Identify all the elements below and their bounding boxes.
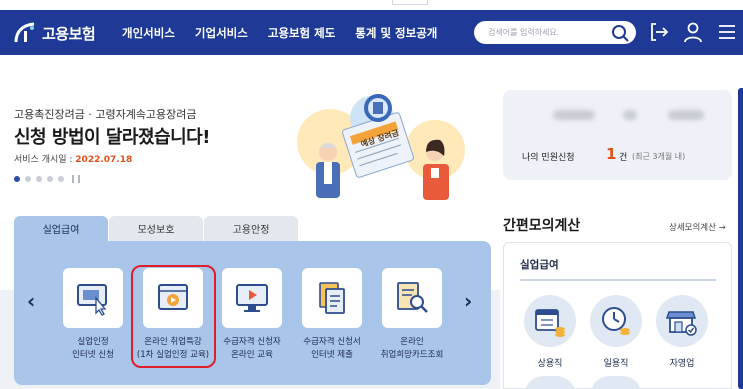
masked-name (553, 110, 595, 120)
calc-detail-link[interactable]: 상세모의계산 → (669, 221, 726, 233)
service-label-line2: 취업희망카드조회 (380, 350, 444, 360)
service-applicant-education[interactable] (222, 268, 282, 328)
hero-date-value: 2022.07.18 (75, 155, 133, 165)
calc-tab-label: 실업급여 (520, 259, 559, 271)
top-strip (0, 0, 743, 10)
monitor-click-icon (77, 284, 107, 316)
service-application-submit[interactable] (302, 268, 362, 328)
monitor-play-icon (236, 284, 268, 312)
civil-unit: 건 (619, 153, 628, 163)
calc-regular-button[interactable] (524, 295, 576, 347)
hero-date-label: 서비스 개시일 : (14, 155, 76, 165)
next-arrow-icon[interactable]: › (464, 289, 472, 313)
menu-icon[interactable] (716, 21, 738, 43)
civil-label: 나의 민원신청 (522, 153, 575, 163)
calendar-coin-icon (535, 309, 565, 337)
side-quick-menu[interactable] (738, 88, 743, 389)
nav-insurance-system[interactable]: 고용보험 제도 (268, 25, 335, 41)
header-icons (648, 21, 743, 43)
service-label: 온라인취업희망카드조회 (367, 336, 457, 362)
service-label: 실업인정인터넷 신청 (48, 336, 138, 362)
top-tab-mark (392, 0, 428, 5)
logo-icon (14, 22, 35, 43)
calc-title: 간편모의계산 (503, 218, 581, 234)
service-label: 수급자격 신청자온라인 교육 (207, 336, 297, 362)
calc-item-label: 자영업 (669, 359, 695, 369)
search-icon[interactable] (611, 24, 629, 42)
service-label-line2: 온라인 교육 (231, 350, 273, 360)
pager-dot[interactable] (47, 176, 53, 182)
document-icon (319, 282, 345, 314)
hero-title: 신청 방법이 달라졌습니다! (14, 127, 210, 148)
service-label: 수급자격 신청서인터넷 제출 (287, 336, 377, 362)
calc-daily-button[interactable] (590, 295, 642, 347)
calc-item-label: 상용직 (537, 359, 563, 369)
calc-tab-underline (520, 279, 716, 281)
service-label-line1: 온라인 (400, 337, 424, 347)
pause-icon[interactable] (72, 175, 80, 183)
calc-self-employed-button[interactable] (656, 295, 708, 347)
nav-business[interactable]: 기업서비스 (195, 25, 248, 41)
calc-tab-unemployment[interactable]: 실업급여 (520, 257, 716, 281)
main-nav: 개인서비스 기업서비스 고용보험 제도 통계 및 정보공개 (122, 10, 457, 55)
pager-dot[interactable] (25, 176, 31, 182)
prev-arrow-icon[interactable]: ‹ (27, 289, 35, 313)
service-label-line1: 수급자격 신청자 (223, 337, 281, 347)
search-input[interactable]: 검색어를 입력하세요. (474, 21, 636, 44)
service-panel: ‹ › 실업인정 인터넷 신청 온라인 취업특강 (1차 실업인정 교육) 수급… (14, 241, 491, 385)
search-placeholder: 검색어를 입력하세요. (488, 28, 560, 37)
shop-icon (665, 311, 697, 336)
nav-personal[interactable]: 개인서비스 (122, 25, 175, 41)
document-search-icon (397, 282, 428, 313)
nav-statistics[interactable]: 통계 및 정보공개 (355, 25, 437, 41)
pager-dot[interactable] (58, 176, 64, 182)
user-icon[interactable] (682, 21, 704, 43)
clock-coin-icon (602, 307, 630, 335)
masked-text (623, 110, 637, 120)
my-civil-card[interactable]: 나의 민원신청 1 건 (최근 3개월 내) (503, 90, 732, 180)
banner-illustration: 예상 장려금 (297, 94, 465, 200)
hero-subtitle: 고용촉진장려금 · 고령자계속고용장려금 (14, 108, 197, 121)
service-label-line1: 실업인정 (77, 337, 109, 347)
calc-item-label: 일용직 (603, 359, 629, 369)
service-tabs: 실업급여 모성보호 고용안정 (14, 216, 299, 241)
pager-dot[interactable] (14, 176, 20, 182)
service-unemployment-recognition[interactable] (63, 268, 123, 328)
hero-date: 서비스 개시일 : 2022.07.18 (14, 152, 132, 165)
masked-button (668, 110, 704, 120)
civil-range: (최근 3개월 내) (632, 152, 686, 161)
tab-unemployment[interactable]: 실업급여 (14, 216, 108, 241)
service-job-card-lookup[interactable] (382, 268, 442, 328)
calc-more-button[interactable] (590, 376, 642, 389)
banner-pager (14, 175, 80, 183)
highlight-box (131, 265, 216, 368)
service-label-line2: 인터넷 신청 (72, 350, 114, 360)
calc-more-button[interactable] (524, 376, 576, 389)
login-icon[interactable] (648, 21, 670, 43)
tab-maternity[interactable]: 모성보호 (109, 216, 203, 241)
civil-count[interactable]: 1 (606, 145, 616, 163)
logo-text: 고용보험 (42, 24, 96, 43)
calc-panel: 실업급여 상용직 일용직 자영업 (503, 242, 732, 389)
service-label-line2: 인터넷 제출 (311, 350, 353, 360)
service-label-line1: 수급자격 신청서 (303, 337, 361, 347)
pager-dot[interactable] (36, 176, 42, 182)
site-logo[interactable]: 고용보험 (14, 19, 96, 47)
header-bar: 고용보험 개인서비스 기업서비스 고용보험 제도 통계 및 정보공개 검색어를 … (0, 10, 743, 55)
tab-employment-stability[interactable]: 고용안정 (204, 216, 298, 241)
